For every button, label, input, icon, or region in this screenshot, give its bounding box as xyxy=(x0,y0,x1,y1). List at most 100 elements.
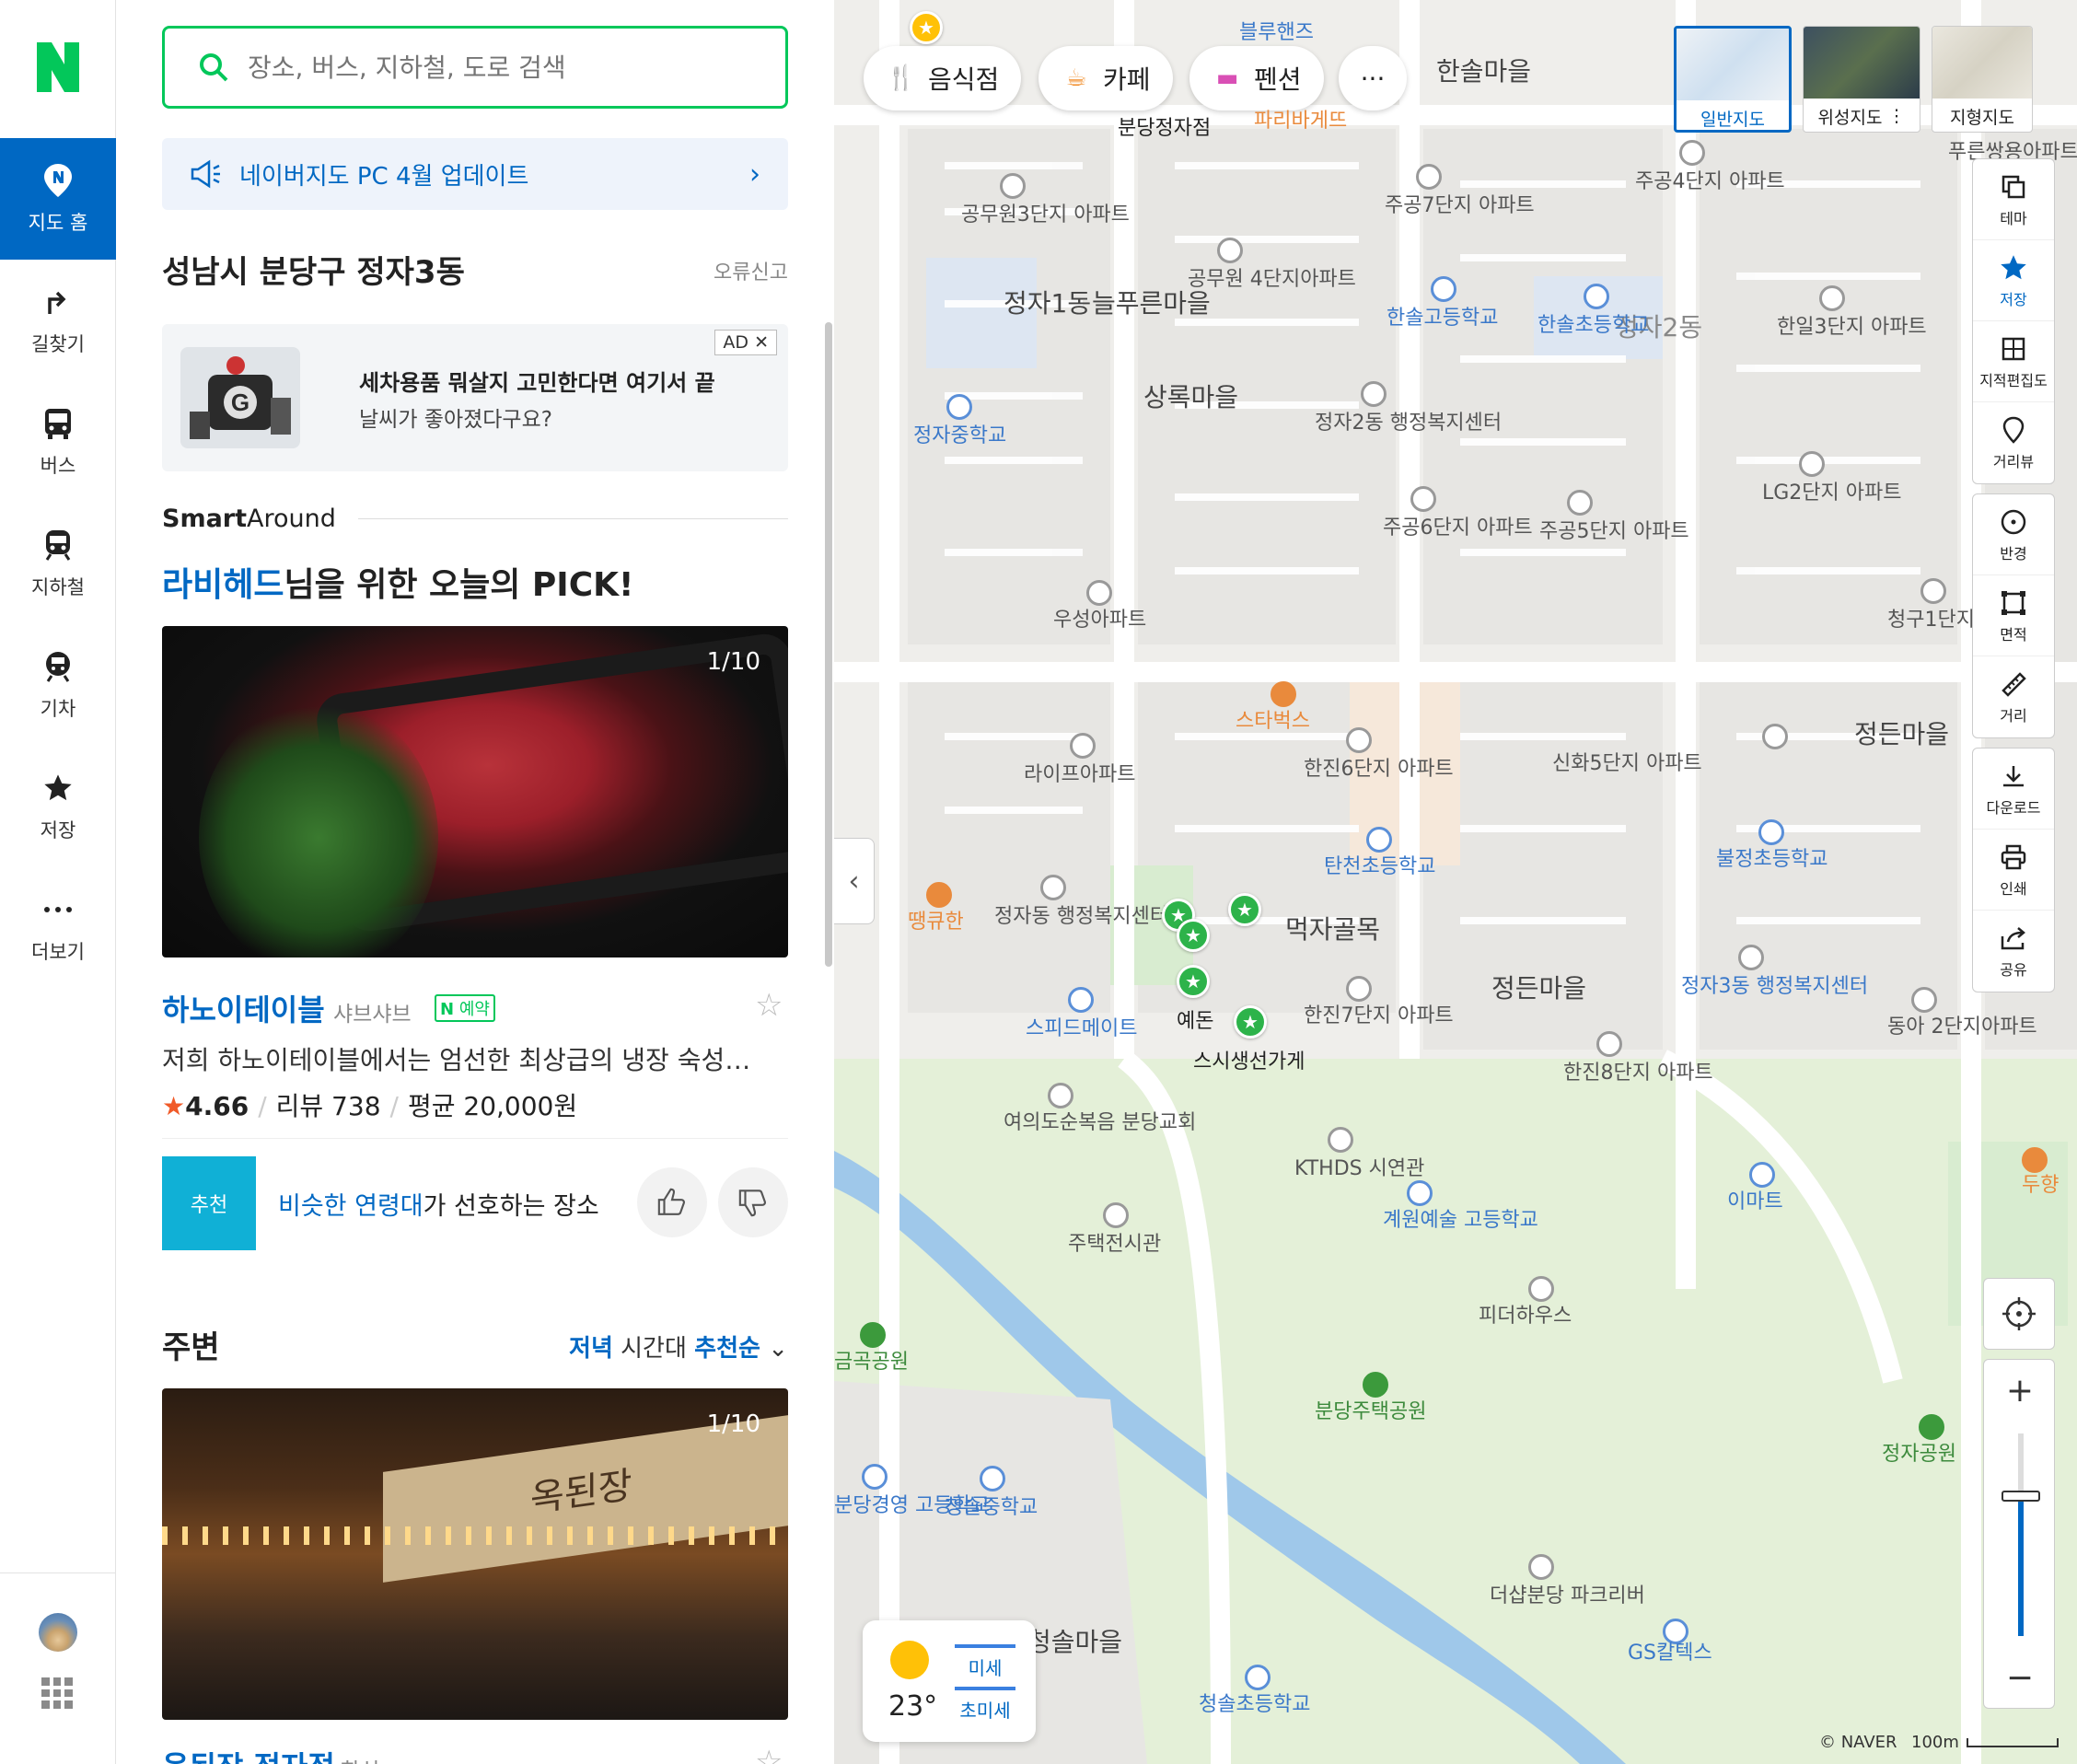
tool-distance-button[interactable]: 거리 xyxy=(1973,656,2054,737)
saved-place-pin[interactable]: ★ xyxy=(1177,965,1210,998)
map-label-place[interactable]: 주공6단지 아파트 xyxy=(1383,516,1533,541)
error-report-link[interactable]: 오류신고 xyxy=(714,256,788,285)
apartment-poi-icon[interactable] xyxy=(1819,285,1845,311)
rail-item-subway[interactable]: 지하철 xyxy=(0,503,116,624)
collapse-panel-button[interactable]: ‹ xyxy=(834,838,875,924)
park-poi-icon[interactable] xyxy=(1919,1414,1944,1440)
school-poi-icon[interactable] xyxy=(946,394,972,420)
office-poi-icon[interactable] xyxy=(1361,381,1387,407)
apartment-poi-icon[interactable] xyxy=(1000,173,1026,199)
nearby-sort-dropdown[interactable]: 저녁 시간대 추천순 ⌄ xyxy=(569,1329,788,1364)
my-location-button[interactable] xyxy=(1983,1278,2055,1350)
office-poi-icon[interactable] xyxy=(1328,1127,1353,1153)
saved-place-pin[interactable]: ★ xyxy=(1228,893,1261,926)
map-label-place[interactable]: 계원예술 고등학교 xyxy=(1383,1208,1538,1234)
tool-saved-button[interactable]: 저장 xyxy=(1973,240,2054,321)
church-poi-icon[interactable] xyxy=(1048,1083,1073,1108)
map-label-place[interactable]: 신화5단지 아파트 xyxy=(1552,751,1702,777)
apartment-poi-icon[interactable] xyxy=(1679,140,1705,166)
restaurant-poi-icon[interactable] xyxy=(2022,1147,2048,1173)
pick-place-name[interactable]: 하노이테이블 xyxy=(162,987,325,1029)
apartment-poi-icon[interactable] xyxy=(1086,580,1112,606)
cafe-poi-icon[interactable] xyxy=(1271,681,1296,707)
map-label-place[interactable]: 한진7단지 아파트 xyxy=(1304,1004,1454,1029)
school-poi-icon[interactable] xyxy=(1584,284,1609,309)
map-label-place[interactable]: 공무원3단지 아파트 xyxy=(961,203,1130,228)
apartment-poi-icon[interactable] xyxy=(1528,1276,1554,1302)
apartment-poi-icon[interactable] xyxy=(1920,578,1946,604)
ad-banner[interactable]: G 세차용품 뭐살지 고민한다면 여기서 끝 날씨가 좋아졌다구요? AD ✕ xyxy=(162,324,788,471)
school-poi-icon[interactable] xyxy=(1407,1180,1433,1206)
map-label-place[interactable]: 블루핸즈 xyxy=(1239,20,1314,46)
map-label-place[interactable]: 정자중학교 xyxy=(913,424,1006,449)
panel-scrollbar[interactable] xyxy=(825,322,832,967)
map-type-satellite[interactable]: 위성지도 ⋮ xyxy=(1803,26,1920,133)
school-poi-icon[interactable] xyxy=(1758,819,1784,845)
school-poi-icon[interactable] xyxy=(1366,827,1392,853)
map-label-place[interactable]: 이마트 xyxy=(1727,1190,1783,1215)
search-input[interactable] xyxy=(248,52,763,83)
save-star-icon[interactable]: ☆ xyxy=(755,1744,783,1764)
office-poi-icon[interactable] xyxy=(1738,945,1764,970)
map-label-place[interactable]: 스피드메이트 xyxy=(1026,1016,1137,1042)
map-label-place[interactable]: GS칼텍스 xyxy=(1628,1641,1712,1666)
map-label-place[interactable]: 라이프아파트 xyxy=(1024,762,1135,788)
saved-place-pin[interactable]: ★ xyxy=(1177,919,1210,952)
park-poi-icon[interactable] xyxy=(1363,1372,1388,1398)
school-poi-icon[interactable] xyxy=(980,1466,1005,1491)
tool-radius-button[interactable]: 반경 xyxy=(1973,494,2054,575)
map-canvas[interactable]: 🍴 음식점 ☕ 카페 ▬ 펜션 ··· 일반지도 위성지도 ⋮ 지형지도 한솔마을 정… xyxy=(834,0,2077,1764)
apartment-poi-icon[interactable] xyxy=(1346,976,1372,1002)
apartment-poi-icon[interactable] xyxy=(1070,733,1096,759)
tool-print-button[interactable]: 인쇄 xyxy=(1973,830,2054,911)
shopping-poi-icon[interactable] xyxy=(1749,1162,1775,1188)
tool-cadastral-button[interactable]: 지적편집도 xyxy=(1973,321,2054,402)
map-label-place[interactable]: 주택전시관 xyxy=(1068,1232,1161,1258)
naver-logo[interactable] xyxy=(37,42,79,92)
ad-badge[interactable]: AD ✕ xyxy=(714,330,777,355)
map-label-place[interactable]: 예돈 xyxy=(1177,1009,1213,1035)
map-label-place[interactable]: 스타벅스 xyxy=(1236,709,1310,735)
map-label-place[interactable]: 청솔초등학교 xyxy=(1199,1692,1310,1718)
apartment-poi-icon[interactable] xyxy=(1596,1031,1622,1057)
map-label-place[interactable]: 불정초등학교 xyxy=(1716,847,1828,873)
map-label-place[interactable]: 동아 2단지아파트 xyxy=(1887,1015,2037,1040)
apartment-poi-icon[interactable] xyxy=(1567,490,1593,516)
nearby-place-name[interactable]: 옥된장 정자점 xyxy=(162,1744,335,1764)
map-label-place[interactable]: 한진6단지 아파트 xyxy=(1304,757,1454,783)
apartment-poi-icon[interactable] xyxy=(1416,164,1442,190)
apartment-poi-icon[interactable] xyxy=(1762,724,1788,749)
map-label-place[interactable]: 금곡공원 xyxy=(834,1350,909,1375)
apps-grid-icon[interactable] xyxy=(41,1677,73,1709)
apartment-poi-icon[interactable] xyxy=(1911,987,1937,1013)
map-label-place[interactable]: 주공7단지 아파트 xyxy=(1385,193,1535,219)
tool-theme-button[interactable]: 테마 xyxy=(1973,159,2054,240)
map-label-place[interactable]: 한솔초등학교 xyxy=(1537,313,1649,339)
rail-item-saved[interactable]: 저장 xyxy=(0,746,116,867)
map-label-place[interactable]: 분당주택공원 xyxy=(1315,1399,1426,1425)
map-label-place[interactable]: 피더하우스 xyxy=(1479,1304,1572,1329)
search-box[interactable] xyxy=(162,26,788,109)
map-label-place[interactable]: 주공4단지 아파트 xyxy=(1635,169,1785,195)
close-icon[interactable]: ✕ xyxy=(754,332,769,353)
map-label-place[interactable]: 우성아파트 xyxy=(1053,608,1146,633)
apartment-poi-icon[interactable] xyxy=(1799,451,1825,477)
exhibition-poi-icon[interactable] xyxy=(1103,1202,1129,1228)
map-label-place[interactable]: 파리바게뜨 xyxy=(1254,109,1347,134)
apartment-poi-icon[interactable] xyxy=(1217,238,1243,263)
map-label-place[interactable]: 청솔중학교 xyxy=(945,1495,1038,1521)
apartment-poi-icon[interactable] xyxy=(1346,727,1372,753)
map-type-normal[interactable]: 일반지도 xyxy=(1674,26,1792,133)
map-label-place[interactable]: 스시생선가게 xyxy=(1193,1050,1305,1075)
saved-place-pin[interactable]: ★ xyxy=(1234,1005,1267,1039)
map-label-place[interactable]: 땡큐한 xyxy=(908,910,964,935)
rail-item-train[interactable]: 기차 xyxy=(0,624,116,746)
rail-item-map-home[interactable]: 지도 홈 xyxy=(0,138,116,260)
map-label-place[interactable]: 분당정자점 xyxy=(1118,116,1211,142)
school-poi-icon[interactable] xyxy=(862,1464,888,1490)
office-poi-icon[interactable] xyxy=(1040,875,1066,900)
map-label-place[interactable]: 정자동 행정복지센터 xyxy=(994,904,1168,930)
zoom-out-button[interactable]: − xyxy=(1984,1647,2056,1708)
school-poi-icon[interactable] xyxy=(1431,276,1456,302)
thumbs-up-button[interactable] xyxy=(637,1167,707,1237)
